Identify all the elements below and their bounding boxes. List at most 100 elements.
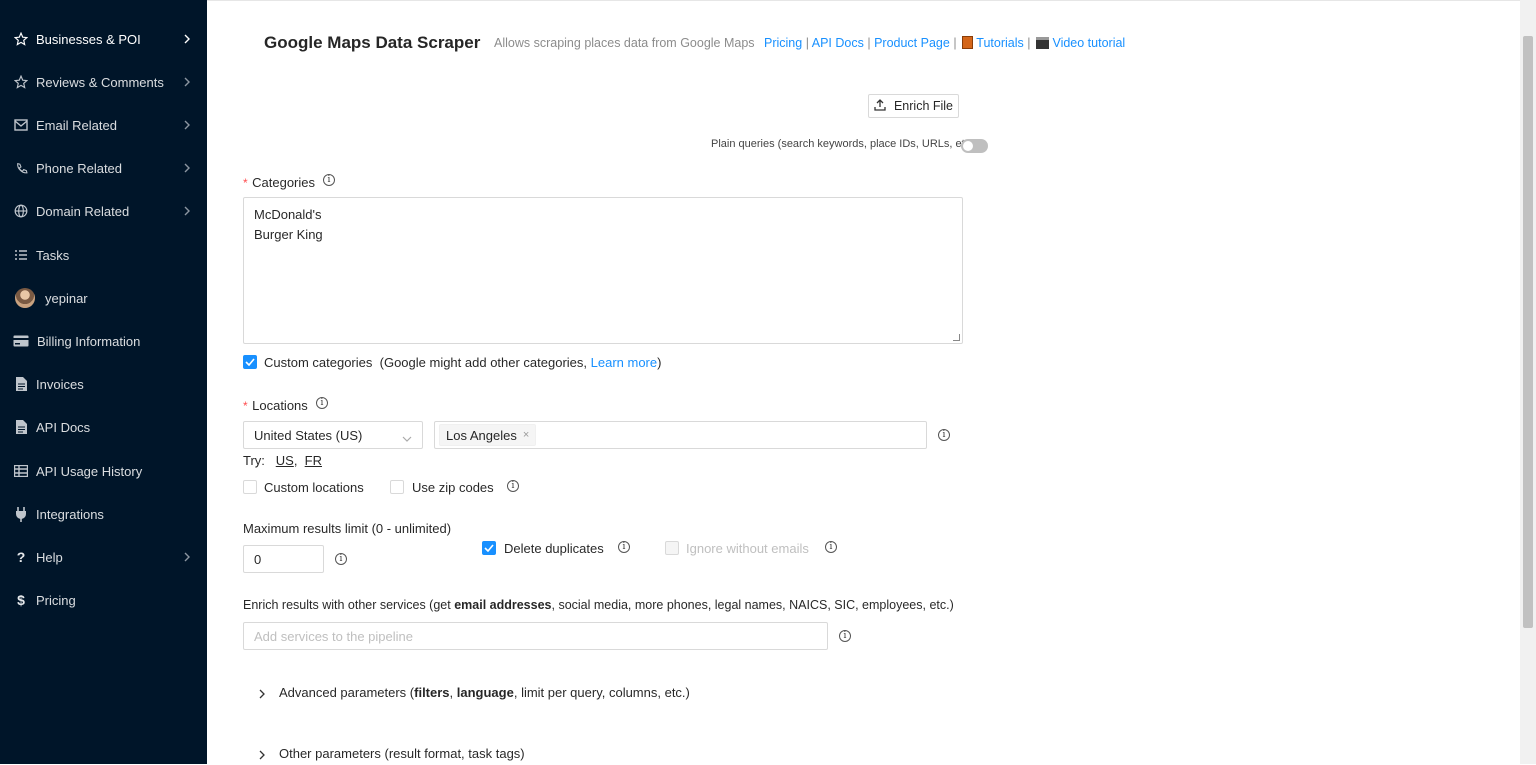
sidebar-item-invoices[interactable]: Invoices: [0, 364, 207, 404]
resize-handle-icon[interactable]: [953, 334, 960, 341]
sidebar-item-label: Businesses & POI: [36, 31, 141, 47]
sidebar-item-label: Tasks: [36, 247, 70, 263]
info-icon[interactable]: i: [839, 630, 851, 642]
credit-card-icon: [13, 333, 29, 349]
sidebar-item-label: Integrations: [36, 506, 104, 522]
sidebar-item-label: Billing Information: [37, 333, 141, 349]
services-pipeline-input[interactable]: Add services to the pipeline: [243, 622, 828, 650]
max-results-label: Maximum results limit (0 - unlimited): [243, 521, 452, 536]
globe-icon: [13, 203, 29, 219]
max-results-input[interactable]: 0: [243, 545, 324, 573]
locations-label: Locations: [252, 398, 308, 413]
clapperboard-icon: [1035, 37, 1049, 49]
phone-icon: [13, 160, 29, 176]
info-icon[interactable]: i: [316, 397, 328, 409]
scrollbar-thumb[interactable]: [1523, 36, 1533, 628]
plain-queries-label: Plain queries (search keywords, place ID…: [711, 138, 977, 150]
chevron-right-icon: [182, 206, 192, 216]
sidebar-item-label: Help: [36, 549, 63, 565]
custom-categories-label: Custom categories (Google might add othe…: [264, 355, 662, 370]
delete-duplicates-label: Delete duplicates: [504, 541, 604, 556]
video-tutorial-link[interactable]: Video tutorial: [1052, 36, 1125, 50]
sidebar-item-help[interactable]: ? Help: [0, 537, 207, 577]
question-icon: ?: [16, 549, 26, 565]
sidebar-item-businesses-poi[interactable]: Businesses & POI: [0, 19, 207, 59]
country-select[interactable]: United States (US): [243, 421, 423, 449]
file-text-icon: [13, 419, 29, 435]
sidebar-item-phone-related[interactable]: Phone Related: [0, 148, 207, 188]
plain-queries-toggle[interactable]: [961, 139, 988, 153]
info-icon[interactable]: i: [323, 174, 335, 186]
table-icon: [13, 463, 29, 479]
info-icon[interactable]: i: [825, 541, 837, 553]
sidebar-item-label: Phone Related: [36, 160, 123, 176]
use-zip-codes-label: Use zip codes: [412, 480, 494, 495]
sidebar-item-label: Domain Related: [36, 203, 130, 219]
sidebar-item-email-related[interactable]: Email Related: [0, 105, 207, 145]
file-icon: [13, 376, 29, 392]
locations-label-row: * Locations: [243, 398, 308, 413]
enrich-file-button[interactable]: Enrich File: [868, 94, 959, 118]
mail-icon: [13, 117, 29, 133]
chevron-right-icon: [182, 77, 192, 87]
sidebar-item-domain-related[interactable]: Domain Related: [0, 191, 207, 231]
categories-label: Categories: [252, 175, 315, 190]
info-icon[interactable]: i: [938, 429, 950, 441]
country-value: United States (US): [254, 427, 363, 443]
try-us-link[interactable]: US: [276, 453, 294, 468]
locations-input[interactable]: Los Angeles ×: [434, 421, 927, 449]
sidebar-item-api-docs[interactable]: API Docs: [0, 407, 207, 447]
sidebar-item-label: Reviews & Comments: [36, 74, 164, 90]
product-page-link[interactable]: Product Page: [874, 36, 950, 50]
sidebar-item-label: API Docs: [36, 419, 91, 435]
plug-icon: [13, 506, 29, 522]
sidebar-item-billing-information[interactable]: Billing Information: [0, 321, 207, 361]
sidebar-item-label: API Usage History: [36, 463, 143, 479]
use-zip-codes-checkbox[interactable]: [390, 480, 404, 494]
tutorials-link[interactable]: Tutorials: [976, 36, 1023, 50]
chevron-right-icon: [182, 120, 192, 130]
sidebar-item-pricing[interactable]: $ Pricing: [0, 580, 207, 620]
api-docs-link[interactable]: API Docs: [812, 36, 864, 50]
ignore-without-emails-checkbox[interactable]: [665, 541, 679, 555]
other-parameters-toggle[interactable]: Other parameters (result format, task ta…: [279, 746, 525, 761]
categories-textarea[interactable]: McDonald's Burger King: [243, 197, 963, 344]
custom-locations-checkbox[interactable]: [243, 480, 257, 494]
try-fr-link[interactable]: FR: [305, 453, 322, 468]
info-icon[interactable]: i: [507, 480, 519, 492]
chevron-right-icon: [182, 163, 192, 173]
info-icon[interactable]: i: [335, 553, 347, 565]
upload-icon: [874, 98, 886, 114]
learn-more-link[interactable]: Learn more: [591, 355, 657, 370]
sidebar-item-reviews-comments[interactable]: Reviews & Comments: [0, 62, 207, 102]
category-line: Burger King: [254, 227, 323, 242]
pricing-link[interactable]: Pricing: [764, 36, 802, 50]
sidebar-item-api-usage-history[interactable]: API Usage History: [0, 451, 207, 491]
chevron-right-icon: [182, 34, 192, 44]
try-row: Try: US, FR: [243, 453, 323, 468]
dollar-icon: $: [17, 592, 25, 608]
sidebar-item-tasks[interactable]: Tasks: [0, 235, 207, 275]
sidebar-item-user[interactable]: yepinar: [0, 278, 207, 318]
list-icon: [13, 247, 29, 263]
star-icon: [13, 31, 29, 47]
book-icon: [962, 36, 974, 49]
close-icon[interactable]: ×: [523, 429, 529, 441]
ignore-without-emails-label: Ignore without emails: [686, 541, 809, 556]
chevron-right-icon[interactable]: [258, 747, 266, 765]
custom-categories-checkbox[interactable]: [243, 355, 257, 369]
delete-duplicates-checkbox[interactable]: [482, 541, 496, 555]
sidebar-item-integrations[interactable]: Integrations: [0, 494, 207, 534]
enrich-label: Enrich results with other services (get …: [243, 598, 954, 612]
header-links: Pricing | API Docs | Product Page | Tuto…: [764, 36, 1126, 50]
category-line: McDonald's: [254, 207, 322, 222]
categories-label-row: * Categories: [243, 175, 315, 190]
enrich-file-label: Enrich File: [893, 99, 954, 113]
location-tag: Los Angeles ×: [439, 424, 537, 446]
star-outline-icon: [13, 74, 29, 90]
chevron-right-icon[interactable]: [258, 686, 266, 704]
info-icon[interactable]: i: [618, 541, 630, 553]
sidebar-item-label: Pricing: [36, 592, 76, 608]
advanced-parameters-toggle[interactable]: Advanced parameters (filters, language, …: [279, 685, 690, 700]
sidebar-item-label: yepinar: [45, 290, 88, 306]
